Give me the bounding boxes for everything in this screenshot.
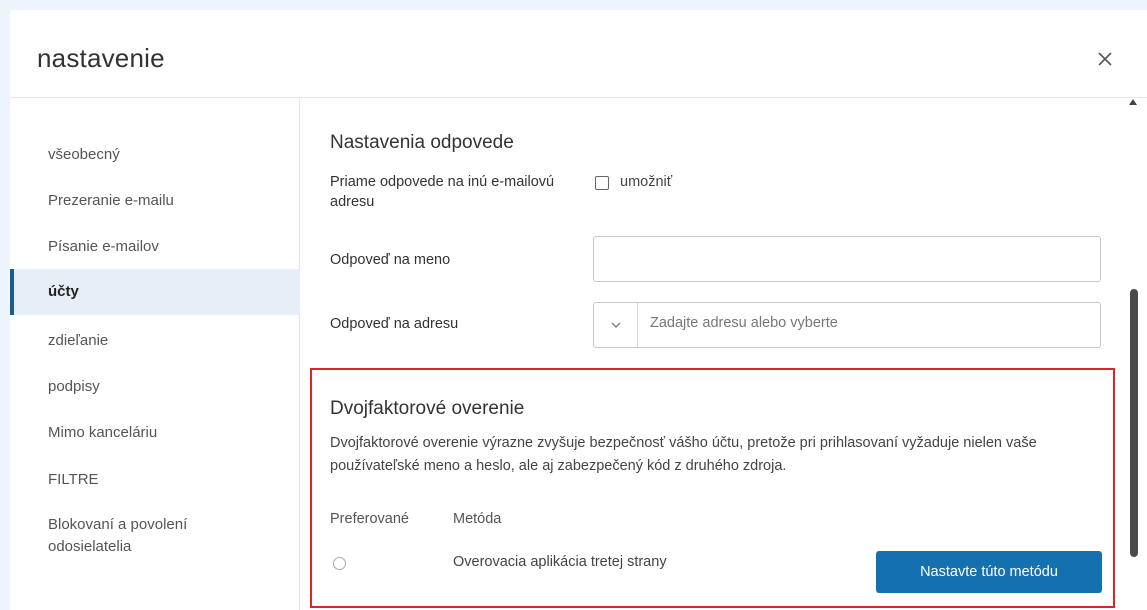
sidebar-item-label: Mimo kanceláriu	[48, 424, 158, 441]
setup-method-button[interactable]: Nastavte túto metódu	[876, 551, 1102, 593]
reply-address-input[interactable]: Zadajte adresu alebo vyberte	[650, 315, 838, 331]
sidebar-item-blocked-allowed-senders[interactable]: Blokovaní a povolení odosielatelia	[10, 504, 300, 570]
address-dropdown-button[interactable]	[594, 303, 638, 347]
sidebar-item-general[interactable]: všeobecný	[10, 134, 300, 178]
sidebar-item-label: FILTRE	[48, 471, 99, 488]
enable-direct-replies-label[interactable]: umožniť	[620, 174, 672, 190]
sidebar-item-viewing-email[interactable]: Prezeranie e-mailu	[10, 180, 300, 224]
sidebar-item-signatures[interactable]: podpisy	[10, 366, 300, 410]
sidebar-item-label: všeobecný	[48, 146, 120, 163]
enable-direct-replies-checkbox[interactable]	[595, 176, 609, 190]
sidebar-item-out-of-office[interactable]: Mimo kanceláriu	[10, 412, 300, 456]
reply-name-input[interactable]	[593, 236, 1101, 282]
reply-address-label: Odpoveď na adresu	[330, 316, 459, 332]
reply-name-label: Odpoveď na meno	[330, 252, 451, 268]
sidebar-item-accounts[interactable]: účty	[10, 269, 300, 315]
sidebar-item-label: Prezeranie e-mailu	[48, 192, 174, 209]
method-name: Overovacia aplikácia tretej strany	[453, 554, 667, 570]
two-factor-description: Dvojfaktorové overenie výrazne zvyšuje b…	[330, 435, 1037, 474]
sidebar-item-label: účty	[48, 283, 79, 300]
sidebar-item-label: zdieľanie	[48, 332, 109, 349]
scrollbar-thumb[interactable]	[1130, 289, 1138, 557]
reply-settings-title: Nastavenia odpovede	[330, 132, 514, 153]
sidebar-item-writing-email[interactable]: Písanie e-mailov	[10, 226, 300, 270]
scroll-up-arrow-icon[interactable]	[1129, 99, 1137, 105]
preferred-method-radio[interactable]	[333, 557, 346, 570]
sidebar-item-filters[interactable]: FILTRE	[10, 459, 300, 503]
sidebar-item-label: podpisy	[48, 378, 100, 395]
dialog-title: nastavenie	[37, 43, 165, 73]
dialog-header: nastavenie	[10, 10, 1147, 98]
sidebar-item-label: Blokovaní a povolení odosielatelia	[48, 516, 188, 555]
direct-replies-label: Priame odpovede na inú e-mailovú adresu	[330, 174, 555, 210]
sidebar-item-sharing[interactable]: zdieľanie	[10, 320, 300, 364]
chevron-down-icon	[611, 322, 621, 328]
column-method: Metóda	[453, 511, 502, 527]
column-preferred: Preferované	[330, 511, 409, 527]
sidebar-item-label: Písanie e-mailov	[48, 238, 159, 255]
settings-sidebar: všeobecný Prezeranie e-mailu Písanie e-m…	[10, 98, 300, 610]
close-icon[interactable]	[1092, 46, 1118, 72]
reply-address-combobox[interactable]: Zadajte adresu alebo vyberte	[593, 302, 1101, 348]
two-factor-title: Dvojfaktorové overenie	[330, 398, 525, 419]
